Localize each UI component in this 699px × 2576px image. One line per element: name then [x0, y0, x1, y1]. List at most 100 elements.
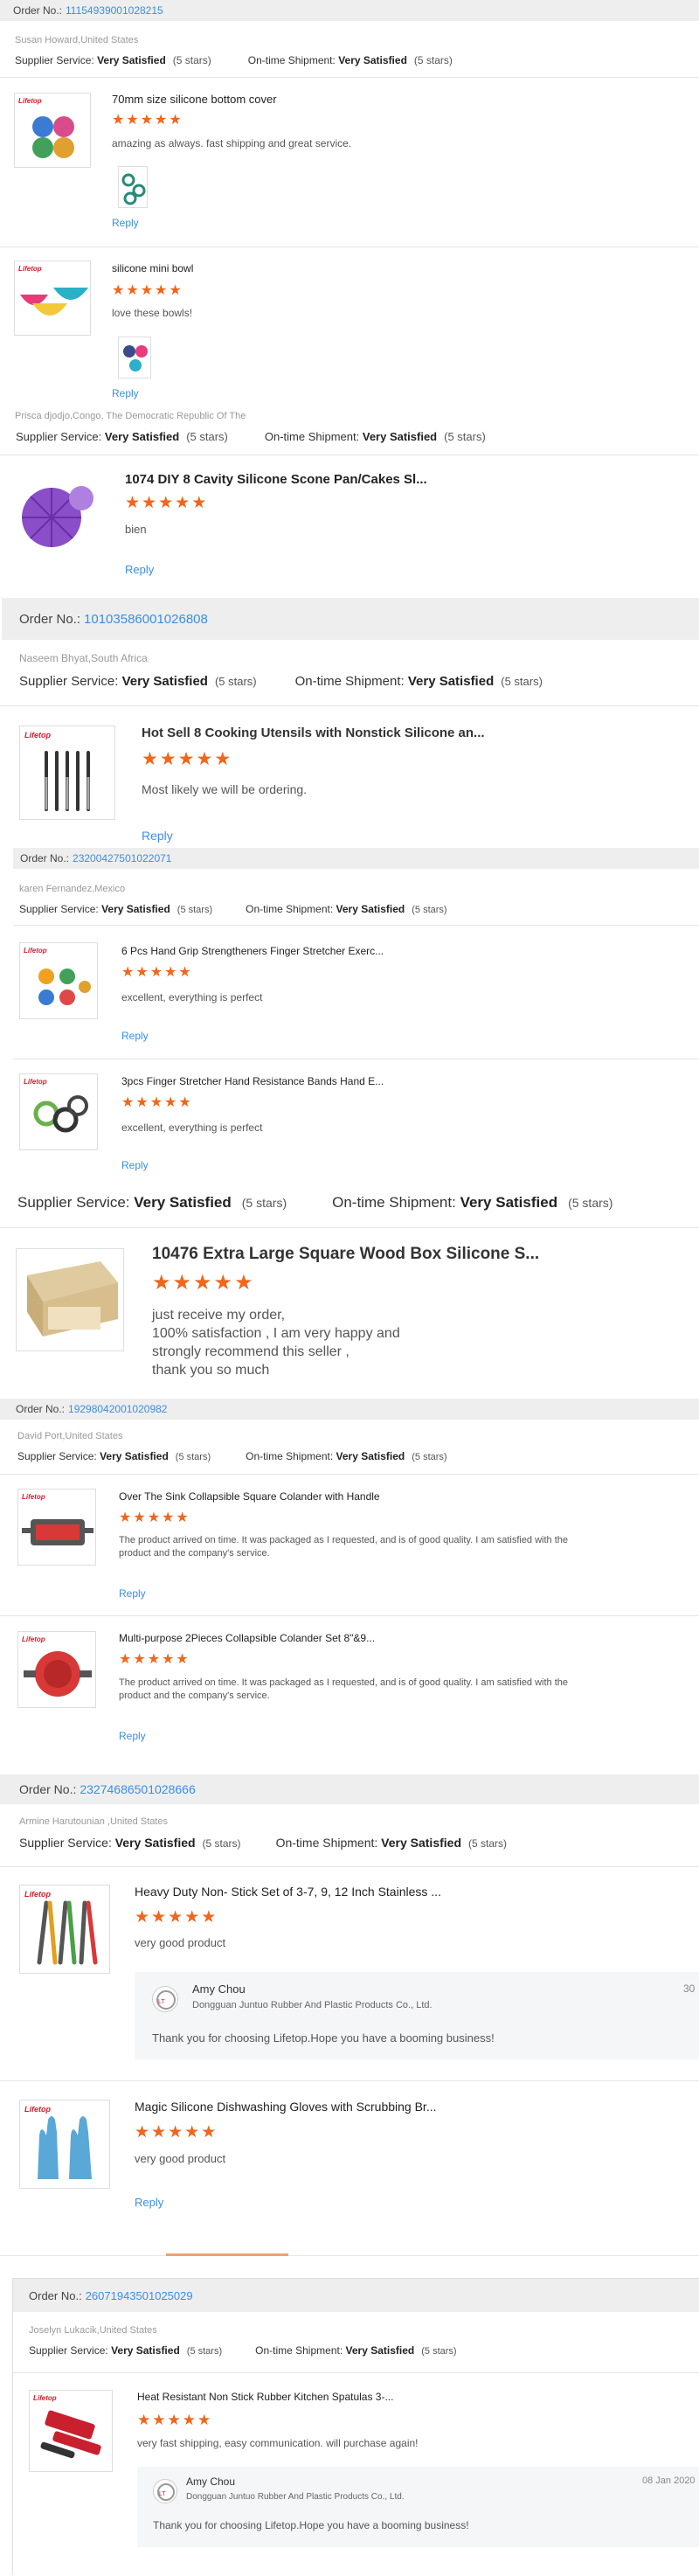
product-title[interactable]: Heat Resistant Non Stick Rubber Kitchen … — [137, 2391, 393, 2403]
star-icon: ★ — [168, 2123, 183, 2142]
lifetop-logo: Lifetop — [24, 947, 47, 955]
shipment-value: Very Satisfied — [381, 1836, 461, 1850]
gloves-image — [38, 2116, 92, 2179]
star-rating: ★ ★ ★ ★ ★ — [119, 1653, 189, 1667]
order-number-link[interactable]: 23200427501022071 — [73, 852, 171, 864]
product-title[interactable]: 1074 DIY 8 Cavity Silicone Scone Pan/Cak… — [125, 472, 427, 487]
supplier-service-value: Very Satisfied — [104, 430, 180, 443]
star-icon: ★ — [214, 749, 232, 769]
divider — [0, 1227, 699, 1228]
seller-company: Dongguan Juntuo Rubber And Plastic Produ… — [192, 2000, 433, 2010]
star-icon: ★ — [178, 1095, 191, 1110]
supplier-service-value: Very Satisfied — [114, 1836, 196, 1850]
star-icon: ★ — [234, 1271, 253, 1295]
product-thumbnail[interactable]: Lifetop — [19, 942, 98, 1019]
buyer-info: David Port,United States — [17, 1431, 123, 1441]
star-icon: ★ — [176, 1652, 189, 1667]
shipment-value: Very Satisfied — [345, 2344, 415, 2357]
supplier-service-value: Very Satisfied — [111, 2344, 180, 2357]
seller-avatar: LT — [153, 2479, 177, 2503]
star-icon: ★ — [213, 1271, 233, 1295]
product-thumbnail[interactable]: Lifetop — [19, 726, 115, 820]
star-rating: ★ ★ ★ ★ ★ — [135, 1909, 216, 1926]
lifetop-logo: Lifetop — [24, 2105, 51, 2114]
product-thumbnail[interactable]: Lifetop — [14, 93, 91, 168]
product-thumbnail[interactable] — [15, 472, 102, 558]
star-icon: ★ — [162, 1652, 175, 1667]
order-number-link[interactable]: 26071943501025029 — [86, 2289, 193, 2302]
reply-link[interactable]: Reply — [121, 1030, 149, 1042]
product-title[interactable]: Over The Sink Collapsible Square Colande… — [119, 1490, 380, 1503]
product-thumbnail[interactable]: Lifetop — [29, 2390, 113, 2472]
order-card: Supplier Service: Very Satisfied (5 stars… — [0, 1175, 699, 1399]
shipment-stars-text: (5 stars) — [568, 1196, 613, 1210]
order-number-link[interactable]: 10103586001026808 — [84, 612, 208, 627]
order-header: Order No.: 1115493900102821​5 — [0, 0, 699, 21]
product-title[interactable]: Heavy Duty Non- Stick Set of 3-7, 9, 12 … — [135, 1885, 441, 1899]
review-comment: excellent, everything is perfect — [121, 1121, 263, 1134]
product-thumbnail[interactable]: Lifetop — [19, 2100, 110, 2189]
product-title[interactable]: 70mm size silicone bottom cover — [112, 93, 277, 106]
svg-text:LT: LT — [158, 1999, 165, 2005]
order-number-link[interactable]: 1115493900102821​5 — [66, 4, 163, 17]
product-title[interactable]: 10476 Extra Large Square Wood Box Silico… — [152, 1245, 539, 1264]
product-thumbnail[interactable] — [16, 1248, 124, 1351]
star-rating: ★ ★ ★ ★ ★ — [125, 495, 206, 511]
product-thumbnail[interactable]: Lifetop — [14, 260, 91, 336]
product-title[interactable]: Hot Sell 8 Cooking Utensils with Nonstic… — [142, 726, 485, 740]
star-rating: ★ ★ ★ ★ ★ — [112, 114, 182, 128]
service-ratings: Supplier Service: Very Satisfied (5 stars… — [15, 54, 453, 66]
review-comment-line: The product arrived on time. It was pack… — [119, 1535, 569, 1545]
product-title[interactable]: 6 Pcs Hand Grip Strengtheners Finger Str… — [121, 945, 384, 957]
star-icon: ★ — [142, 494, 157, 512]
star-icon: ★ — [193, 1271, 212, 1295]
divider — [0, 77, 699, 78]
review-comment-line: 100% satisfaction , I am very happy and — [152, 1326, 400, 1341]
reply-link[interactable]: Reply — [119, 1730, 146, 1742]
star-icon: ★ — [201, 2123, 217, 2142]
star-icon: ★ — [133, 1510, 146, 1525]
reply-date: 08 Jan 2020 — [642, 2475, 696, 2486]
tongs-image — [37, 1900, 98, 1965]
reply-link[interactable]: Reply — [121, 1159, 149, 1171]
product-title[interactable]: silicone mini bowl — [112, 262, 193, 274]
product-thumbnail[interactable]: Lifetop — [17, 1489, 96, 1566]
star-icon: ★ — [168, 1908, 183, 1927]
review-photo[interactable] — [118, 166, 148, 208]
lifetop-logo: Lifetop — [24, 731, 51, 739]
product-title[interactable]: Magic Silicone Dishwashing Gloves with S… — [135, 2100, 437, 2114]
order-number-link[interactable]: 19298042001020982 — [68, 1403, 167, 1415]
order-header: Order No.: 19298042001020982 — [0, 1399, 699, 1420]
pagination-active-indicator[interactable] — [166, 2253, 288, 2256]
order-card: Order No.: 19298042001020982 David Port,… — [0, 1399, 699, 1774]
product-title[interactable]: Multi-purpose 2Pieces Collapsible Coland… — [119, 1632, 375, 1644]
reply-link[interactable]: Reply — [112, 217, 139, 229]
reply-link[interactable]: Reply — [142, 829, 173, 843]
shipment-stars-text: (5 stars) — [468, 1837, 508, 1850]
svg-text:LT: LT — [159, 2491, 166, 2497]
shipment-stars-text: (5 stars) — [412, 905, 447, 915]
product-thumbnail[interactable]: Lifetop — [19, 1885, 110, 1974]
supplier-stars-text: (5 stars) — [202, 1837, 241, 1850]
reply-link[interactable]: Reply — [112, 387, 139, 399]
order-header: Order No.: 10103586001026808 — [2, 598, 699, 640]
product-thumbnail[interactable]: Lifetop — [17, 1631, 96, 1708]
pagination-track — [0, 2255, 699, 2256]
star-icon: ★ — [159, 749, 176, 769]
reply-link[interactable]: Reply — [119, 1587, 146, 1600]
reply-link[interactable]: Reply — [135, 2196, 163, 2209]
service-ratings: Supplier Service: Very Satisfied (5 stars… — [19, 903, 447, 915]
cooking-utensils-image — [45, 751, 90, 811]
star-icon: ★ — [126, 113, 139, 128]
product-thumbnail[interactable]: Lifetop — [19, 1073, 98, 1150]
order-number-link[interactable]: 23274686501028666 — [80, 1782, 195, 1796]
review-photo[interactable] — [118, 337, 151, 378]
review-photo-image — [121, 173, 146, 205]
seller-company: Dongguan Juntuo Rubber And Plastic Produ… — [186, 2492, 405, 2502]
supplier-service-label: Supplier Service: — [29, 2344, 108, 2357]
star-icon: ★ — [135, 1908, 150, 1927]
reply-link[interactable]: Reply — [125, 563, 154, 576]
lifetop-logo: Lifetop — [24, 1890, 51, 1899]
product-title[interactable]: 3pcs Finger Stretcher Hand Resistance Ba… — [121, 1075, 384, 1087]
star-rating: ★ ★ ★ ★ ★ — [112, 284, 182, 298]
